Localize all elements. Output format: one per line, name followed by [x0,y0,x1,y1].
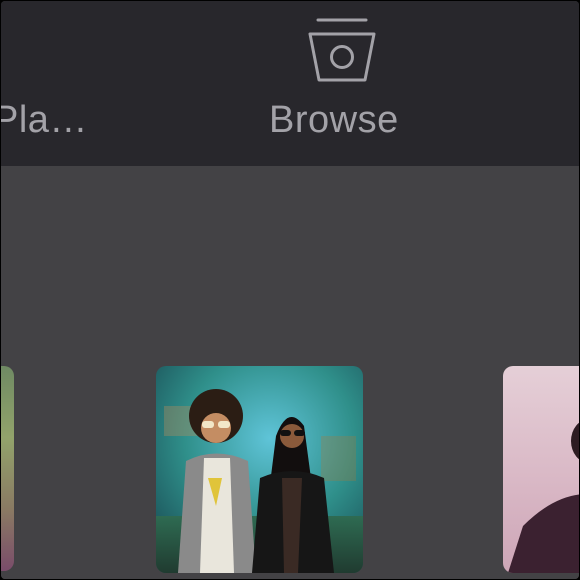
album-photo [156,366,363,573]
album-photo [508,422,579,573]
tab-browse[interactable]: Browse [269,99,399,142]
tab-playlists[interactable]: Pla… [1,99,88,142]
browse-content [1,166,579,579]
app-window: Pla… Browse [1,1,579,579]
album-art-left[interactable] [1,366,14,571]
album-art-right[interactable] [503,366,579,573]
tab-bar: Pla… Browse [1,1,579,166]
browse-icon[interactable] [304,17,380,85]
album-art-center[interactable] [156,366,363,573]
